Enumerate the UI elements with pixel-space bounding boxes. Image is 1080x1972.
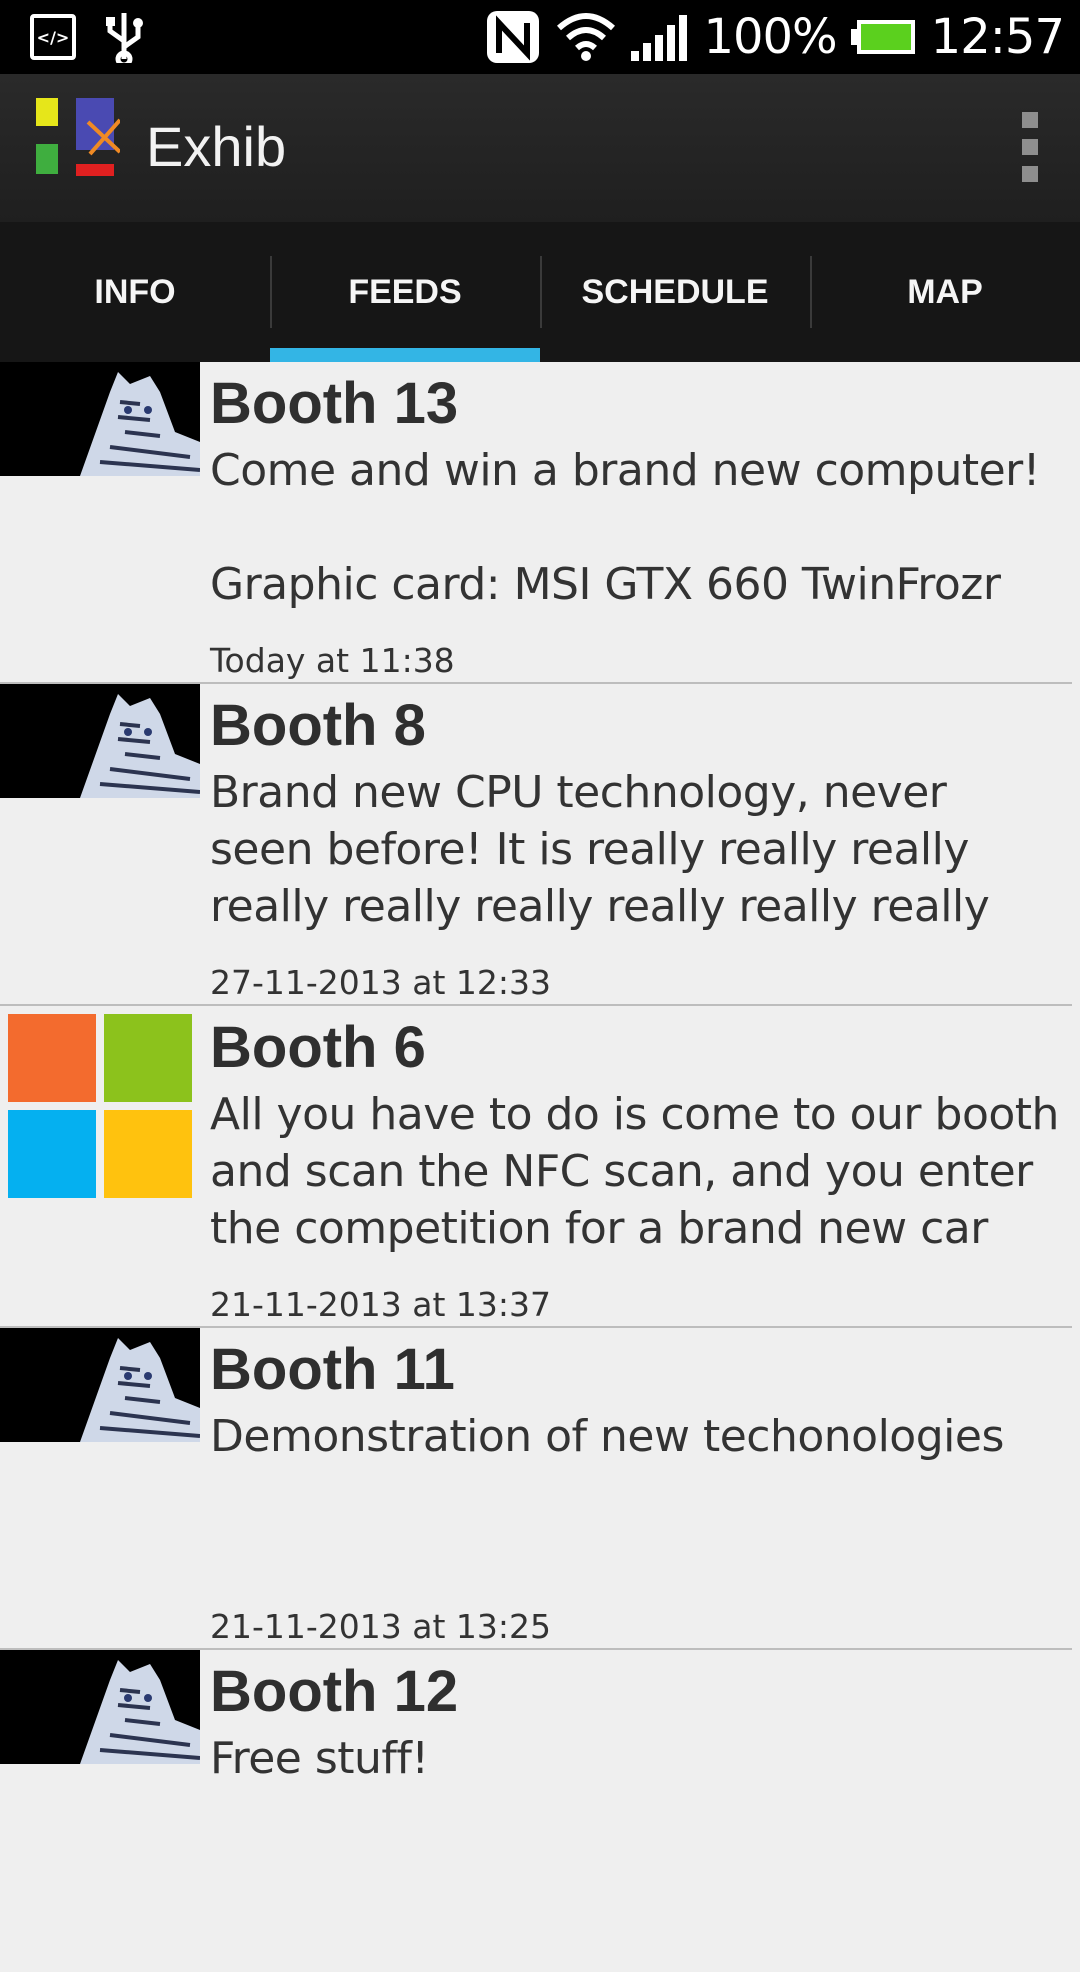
action-bar: Exhib <box>0 74 1080 222</box>
booth-description: Brand new CPU technology, never seen bef… <box>210 767 990 932</box>
booth-title: Booth 6 <box>210 1015 426 1080</box>
tiger-thumbnail <box>0 1650 200 1764</box>
list-item[interactable]: Booth 11 Demonstration of new techonolog… <box>0 1328 1072 1650</box>
booth-timestamp: 21-11-2013 at 13:25 <box>210 1607 552 1646</box>
booth-description: Demonstration of new techonologies <box>210 1411 1004 1462</box>
signal-icon <box>631 15 688 61</box>
developer-icon: </> <box>30 14 76 60</box>
battery-percent: 100% <box>703 9 837 65</box>
booth-timestamp: 21-11-2013 at 13:37 <box>210 1285 552 1324</box>
booth-timestamp: Today at 11:38 <box>210 641 455 680</box>
tab-bar: INFO FEEDS SCHEDULE MAP <box>0 222 1080 362</box>
tiger-thumbnail <box>0 684 200 798</box>
booth-timestamp: 27-11-2013 at 12:33 <box>210 963 552 1002</box>
usb-icon <box>106 13 143 63</box>
booth-title: Booth 11 <box>210 1337 455 1402</box>
wifi-icon <box>557 13 616 61</box>
booth-description: All you have to do is come to our booth … <box>210 1089 1059 1254</box>
app-title: Exhib <box>146 115 287 178</box>
list-item[interactable]: Booth 8 Brand new CPU technology, never … <box>0 684 1072 1006</box>
windows-logo-icon <box>0 1006 200 1206</box>
feed-list: Booth 13 Come and win a brand new comput… <box>0 362 1072 1972</box>
booth-title: Booth 13 <box>210 371 459 436</box>
tab-map[interactable]: MAP <box>810 222 1080 362</box>
tab-info[interactable]: INFO <box>0 222 270 362</box>
list-item[interactable]: Booth 6 All you have to do is come to ou… <box>0 1006 1072 1328</box>
tiger-thumbnail <box>0 362 200 476</box>
booth-title: Booth 8 <box>210 693 426 758</box>
booth-title: Booth 12 <box>210 1659 459 1724</box>
overflow-menu-icon[interactable] <box>1018 112 1042 182</box>
clock: 12:57 <box>930 9 1065 65</box>
nfc-icon <box>487 11 540 63</box>
list-item[interactable]: Booth 13 Come and win a brand new comput… <box>0 362 1072 684</box>
booth-description: Free stuff! <box>210 1733 429 1784</box>
list-item[interactable]: Booth 12 Free stuff! <box>0 1650 1072 1972</box>
booth-description: Come and win a brand new computer! Graph… <box>210 445 1040 610</box>
tiger-thumbnail <box>0 1328 200 1442</box>
status-bar: </> 100% 12:57 <box>0 0 1080 74</box>
app-logo-icon <box>36 98 120 176</box>
battery-icon <box>850 20 915 54</box>
tab-schedule[interactable]: SCHEDULE <box>540 222 810 362</box>
tab-feeds[interactable]: FEEDS <box>270 222 540 362</box>
